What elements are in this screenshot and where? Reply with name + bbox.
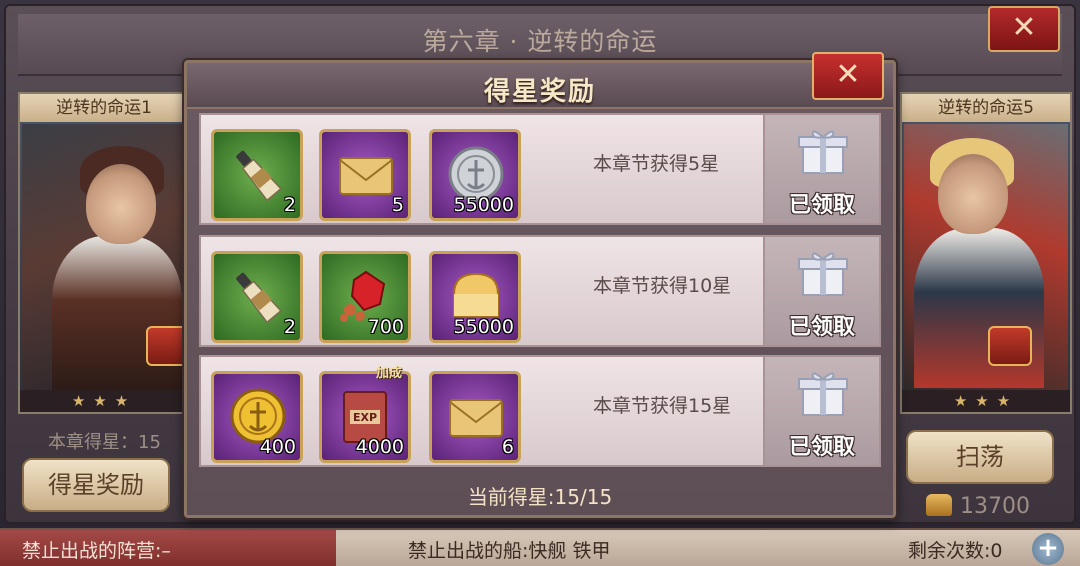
item-quantity: 4000 bbox=[355, 436, 404, 458]
svg-text:EXP: EXP bbox=[353, 411, 377, 424]
gift-icon bbox=[798, 130, 848, 174]
chapter-stars-text: 本章得星：15 bbox=[48, 432, 161, 453]
reward-item[interactable]: 55000 bbox=[429, 129, 521, 221]
stage-card-right[interactable]: 逆转的命运5 ★★★ bbox=[900, 92, 1072, 414]
treasure-chest-icon bbox=[988, 326, 1032, 366]
reward-row: 2 700 55000 本章节获得10星 已领取 bbox=[199, 235, 881, 347]
item-quantity: 2 bbox=[283, 194, 296, 216]
stage-stars: ★★★ bbox=[20, 390, 188, 412]
chapter-close-button[interactable]: ✕ bbox=[988, 6, 1060, 52]
reward-requirement: 本章节获得5星 bbox=[593, 153, 720, 175]
banned-ships-text: 禁止出战的船:快舰 铁甲 bbox=[408, 540, 611, 562]
sweep-button[interactable]: 扫荡 bbox=[906, 430, 1054, 484]
item-quantity: 700 bbox=[367, 316, 404, 338]
gift-icon bbox=[798, 372, 848, 416]
current-stars-text: 当前得星:15/15 bbox=[467, 485, 613, 509]
stage-card-left[interactable]: 逆转的命运1 ★★★ bbox=[18, 92, 190, 414]
reward-item[interactable]: 2 bbox=[211, 129, 303, 221]
item-quantity: 55000 bbox=[453, 316, 514, 338]
reward-item[interactable]: 6 bbox=[429, 371, 521, 463]
add-attempts-button[interactable]: + bbox=[1032, 533, 1064, 565]
claim-status: 已领取 bbox=[763, 357, 879, 465]
banned-camp-text: 禁止出战的阵营:– bbox=[22, 540, 171, 562]
reward-item[interactable]: 55000 bbox=[429, 251, 521, 343]
envelope-icon bbox=[339, 157, 393, 195]
dialog-close-button[interactable]: ✕ bbox=[812, 52, 884, 100]
reward-row: 2 5 55000 本章节获得5星 已领取 bbox=[199, 113, 881, 225]
reward-requirement: 本章节获得10星 bbox=[593, 275, 732, 297]
reward-item[interactable]: 加成 EXP 4000 bbox=[319, 366, 411, 463]
item-quantity: 6 bbox=[501, 436, 514, 458]
reward-item[interactable]: 2 bbox=[211, 251, 303, 343]
reward-item[interactable]: 400 bbox=[211, 371, 303, 463]
stage-stars: ★★★ bbox=[902, 390, 1070, 412]
stage-card-label: 逆转的命运5 bbox=[902, 94, 1070, 122]
treasure-chest-icon bbox=[146, 326, 186, 366]
item-quantity: 55000 bbox=[453, 194, 514, 216]
bread-count: 13700 bbox=[960, 494, 1030, 519]
champagne-bottle-icon bbox=[236, 150, 282, 202]
item-quantity: 400 bbox=[259, 436, 296, 458]
item-quantity: 5 bbox=[391, 194, 404, 216]
star-reward-button[interactable]: 得星奖励 bbox=[22, 458, 170, 512]
hero-portrait bbox=[22, 124, 186, 392]
envelope-icon bbox=[449, 399, 503, 437]
stage-card-label: 逆转的命运1 bbox=[20, 94, 188, 122]
reward-row: 400 加成 EXP 4000 6 本章节获得15星 已领取 bbox=[199, 355, 881, 467]
hero-portrait bbox=[904, 124, 1068, 392]
claimed-label: 已领取 bbox=[788, 193, 855, 218]
claim-status: 已领取 bbox=[763, 115, 879, 223]
claim-status: 已领取 bbox=[763, 237, 879, 345]
star-reward-dialog: 得星奖励 2 5 55000 本章节获得5星 已领取 2 700 55000 本… bbox=[184, 60, 896, 518]
reward-item[interactable]: 5 bbox=[319, 129, 411, 221]
claimed-label: 已领取 bbox=[788, 435, 855, 460]
item-quantity: 2 bbox=[283, 316, 296, 338]
bonus-tag: 加成 bbox=[376, 366, 403, 381]
bottom-info-bar: 禁止出战的阵营:– 禁止出战的船:快舰 铁甲 剩余次数:0 + bbox=[0, 528, 1080, 566]
claimed-label: 已领取 bbox=[788, 315, 855, 340]
reward-item[interactable]: 700 bbox=[319, 251, 411, 343]
champagne-bottle-icon bbox=[236, 272, 282, 324]
remaining-attempts-text: 剩余次数:0 bbox=[908, 540, 1003, 562]
reward-requirement: 本章节获得15星 bbox=[593, 395, 732, 417]
dialog-title: 得星奖励 bbox=[483, 77, 596, 107]
bread-icon bbox=[926, 494, 952, 516]
gift-icon bbox=[798, 252, 848, 296]
